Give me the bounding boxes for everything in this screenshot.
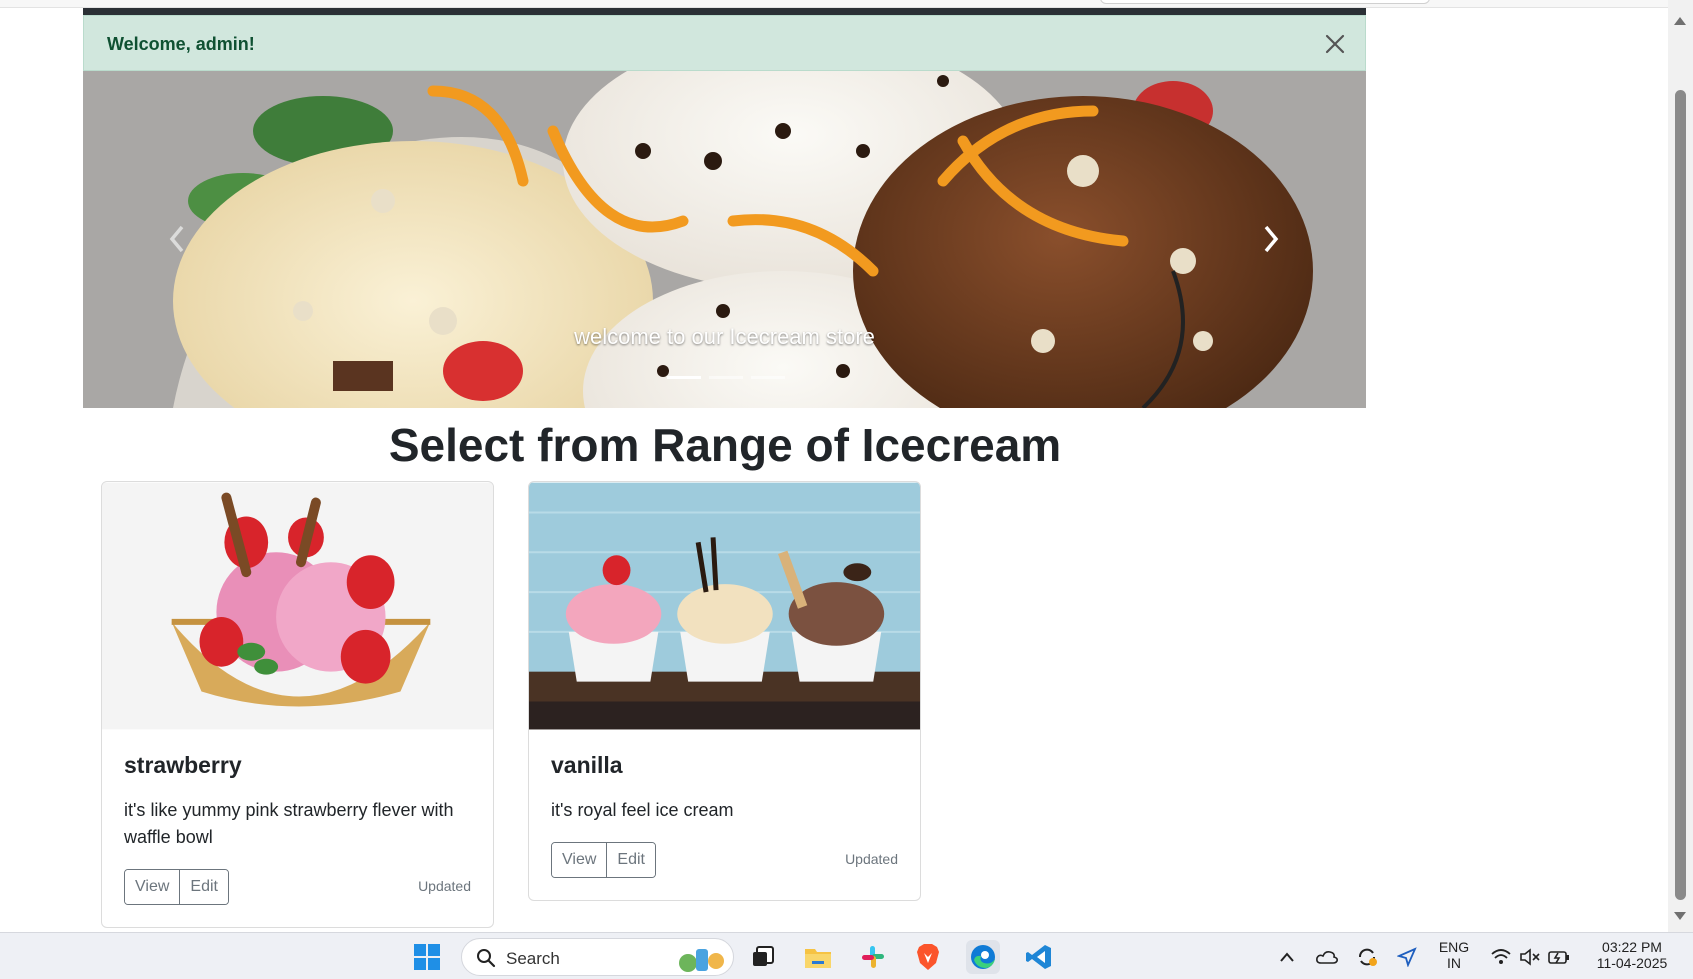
carousel: welcome to our Icecream store xyxy=(83,71,1366,408)
carousel-indicator[interactable] xyxy=(709,376,743,379)
card-actions: View Edit xyxy=(551,842,656,878)
card-title: strawberry xyxy=(124,752,242,778)
clock-date: 11-04-2025 xyxy=(1596,955,1668,971)
edge-icon[interactable] xyxy=(966,940,1000,974)
carousel-image xyxy=(83,71,1366,408)
vertical-scrollbar[interactable] xyxy=(1668,0,1693,932)
clock-time: 03:22 PM xyxy=(1602,939,1662,955)
scrollbar-thumb[interactable] xyxy=(1675,90,1686,900)
sync-icon[interactable] xyxy=(1350,940,1384,974)
vscode-icon[interactable] xyxy=(1022,940,1056,974)
navbar xyxy=(83,8,1366,15)
card-description: it's royal feel ice cream xyxy=(551,800,734,820)
updated-label: Updated xyxy=(845,851,898,867)
search-highlight-icon xyxy=(679,949,724,972)
search-icon xyxy=(477,949,496,968)
view-button[interactable]: View xyxy=(125,870,180,904)
taskbar-search[interactable]: Search xyxy=(461,938,734,976)
scroll-down-icon[interactable] xyxy=(1674,912,1686,920)
carousel-indicator[interactable] xyxy=(751,376,785,379)
brave-icon[interactable] xyxy=(911,940,945,974)
updated-label: Updated xyxy=(418,878,471,894)
onedrive-cloud-icon[interactable] xyxy=(1310,940,1344,974)
location-arrow-icon[interactable] xyxy=(1390,940,1424,974)
battery-icon[interactable] xyxy=(1542,940,1576,974)
close-icon[interactable] xyxy=(1323,32,1347,56)
slack-icon[interactable] xyxy=(856,940,890,974)
chevron-up-icon[interactable] xyxy=(1270,940,1304,974)
browser-viewport: Welcome, admin! welcome to our Icecream … xyxy=(0,0,1668,932)
task-view-icon[interactable] xyxy=(746,940,780,974)
card-description: it's like yummy pink strawberry flever w… xyxy=(124,800,454,847)
address-bar-edge[interactable] xyxy=(1100,0,1430,4)
carousel-indicator[interactable] xyxy=(667,376,701,379)
scroll-up-icon[interactable] xyxy=(1674,17,1686,25)
product-card: vanilla it's royal feel ice cream View E… xyxy=(528,481,921,901)
alert-message: Welcome, admin! xyxy=(107,34,255,54)
product-card: strawberry it's like yummy pink strawber… xyxy=(101,481,494,928)
carousel-indicators xyxy=(667,376,785,379)
clock[interactable]: 03:22 PM 11-04-2025 xyxy=(1586,939,1678,971)
carousel-caption: welcome to our Icecream store xyxy=(574,324,875,349)
browser-top-edge xyxy=(0,0,1668,8)
edit-button[interactable]: Edit xyxy=(179,870,228,904)
search-placeholder: Search xyxy=(506,949,560,968)
card-actions: View Edit xyxy=(124,869,229,905)
language-region: IN xyxy=(1447,955,1461,971)
vanilla-image xyxy=(529,482,920,730)
windows-start-icon[interactable] xyxy=(410,940,444,974)
language-indicator[interactable]: ENG IN xyxy=(1432,939,1476,971)
strawberry-image xyxy=(102,482,493,730)
section-title: Select from Range of Icecream xyxy=(388,419,1062,471)
language-code: ENG xyxy=(1438,939,1470,955)
welcome-alert: Welcome, admin! xyxy=(83,15,1366,71)
view-button[interactable]: View xyxy=(552,843,607,877)
taskbar: Search ENG IN 03:22 PM 11-04-2025 xyxy=(0,932,1693,979)
carousel-next-icon[interactable] xyxy=(1255,221,1285,257)
carousel-prev-icon[interactable] xyxy=(163,221,193,257)
card-title: vanilla xyxy=(551,752,623,778)
edit-button[interactable]: Edit xyxy=(606,843,655,877)
file-explorer-icon[interactable] xyxy=(801,940,835,974)
